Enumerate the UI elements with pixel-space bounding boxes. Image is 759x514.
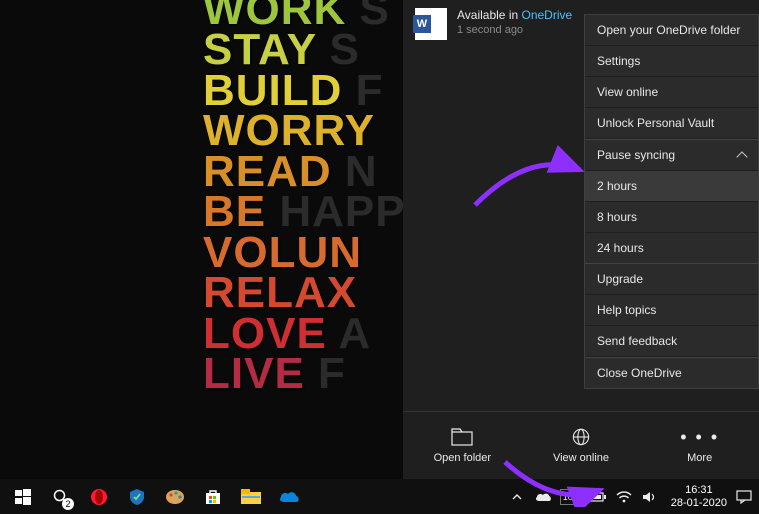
- globe-icon: [571, 428, 591, 446]
- menu-close-onedrive[interactable]: Close OneDrive: [585, 357, 758, 388]
- menu-pause-syncing[interactable]: Pause syncing: [585, 139, 758, 171]
- speaker-icon: [642, 490, 658, 504]
- search-badge: 2: [62, 498, 74, 510]
- clock-date: 28-01-2020: [671, 497, 727, 510]
- onedrive-context-menu: Open your OneDrive folder Settings View …: [584, 14, 759, 389]
- taskbar-app-explorer[interactable]: [234, 482, 268, 512]
- tray-show-hidden[interactable]: [508, 489, 526, 505]
- store-icon: [204, 488, 222, 506]
- tray-battery-text[interactable]: 100: [560, 489, 581, 505]
- menu-pause-24h[interactable]: 24 hours: [585, 233, 758, 263]
- battery-icon: [589, 491, 607, 503]
- action-open-folder-label: Open folder: [434, 452, 491, 464]
- taskbar-app-store[interactable]: [196, 482, 230, 512]
- notification-icon: [736, 490, 752, 504]
- onedrive-cloud-icon: [278, 490, 300, 504]
- chevron-up-icon: [512, 493, 522, 501]
- onedrive-link[interactable]: OneDrive: [522, 8, 573, 22]
- taskbar-app-security[interactable]: [120, 482, 154, 512]
- tray-volume[interactable]: [641, 489, 659, 505]
- wifi-icon: [616, 490, 632, 504]
- ellipsis-icon: • • •: [680, 428, 719, 446]
- taskbar-app-onedrive[interactable]: [272, 482, 306, 512]
- taskbar-app-paint[interactable]: [158, 482, 192, 512]
- available-in-label: Available in: [457, 8, 522, 22]
- chevron-up-icon: [736, 151, 747, 162]
- menu-pause-2h[interactable]: 2 hours: [585, 171, 758, 202]
- menu-help-topics[interactable]: Help topics: [585, 295, 758, 326]
- cloud-icon: [534, 491, 552, 503]
- menu-view-online[interactable]: View online: [585, 77, 758, 108]
- taskbar-app-opera[interactable]: [82, 482, 116, 512]
- action-view-online-label: View online: [553, 452, 609, 464]
- taskbar: 2 100: [0, 479, 759, 514]
- onedrive-bottom-actions: Open folder View online • • • More: [403, 411, 759, 479]
- action-open-folder[interactable]: Open folder: [403, 412, 522, 479]
- opera-icon: [90, 488, 108, 506]
- onedrive-flyout: W Available in OneDrive 1 second ago Ope…: [403, 0, 759, 479]
- clock-time: 16:31: [671, 484, 727, 497]
- tray-action-center[interactable]: [735, 489, 753, 505]
- action-view-online[interactable]: View online: [522, 412, 641, 479]
- action-more[interactable]: • • • More: [640, 412, 759, 479]
- tray-onedrive[interactable]: [534, 489, 552, 505]
- windows-icon: [15, 489, 31, 505]
- tray-wifi[interactable]: [615, 489, 633, 505]
- menu-pause-8h[interactable]: 8 hours: [585, 202, 758, 233]
- tray-battery[interactable]: [589, 489, 607, 505]
- start-button[interactable]: [6, 482, 40, 512]
- shield-icon: [128, 488, 146, 506]
- palette-icon: [165, 489, 185, 505]
- action-more-label: More: [687, 452, 712, 464]
- menu-open-folder[interactable]: Open your OneDrive folder: [585, 15, 758, 46]
- word-doc-icon: W: [415, 8, 447, 40]
- folder-icon: [451, 428, 473, 446]
- menu-upgrade[interactable]: Upgrade: [585, 263, 758, 295]
- wallpaper-typography: WORK SSTAY SBUILD FWORRYREAD NBE HAPPVOL…: [203, 0, 406, 395]
- menu-settings[interactable]: Settings: [585, 46, 758, 77]
- menu-unlock-vault[interactable]: Unlock Personal Vault: [585, 108, 758, 139]
- tray-clock[interactable]: 16:31 28-01-2020: [671, 484, 727, 509]
- menu-send-feedback[interactable]: Send feedback: [585, 326, 758, 357]
- search-button[interactable]: 2: [44, 482, 78, 512]
- file-explorer-icon: [241, 489, 261, 505]
